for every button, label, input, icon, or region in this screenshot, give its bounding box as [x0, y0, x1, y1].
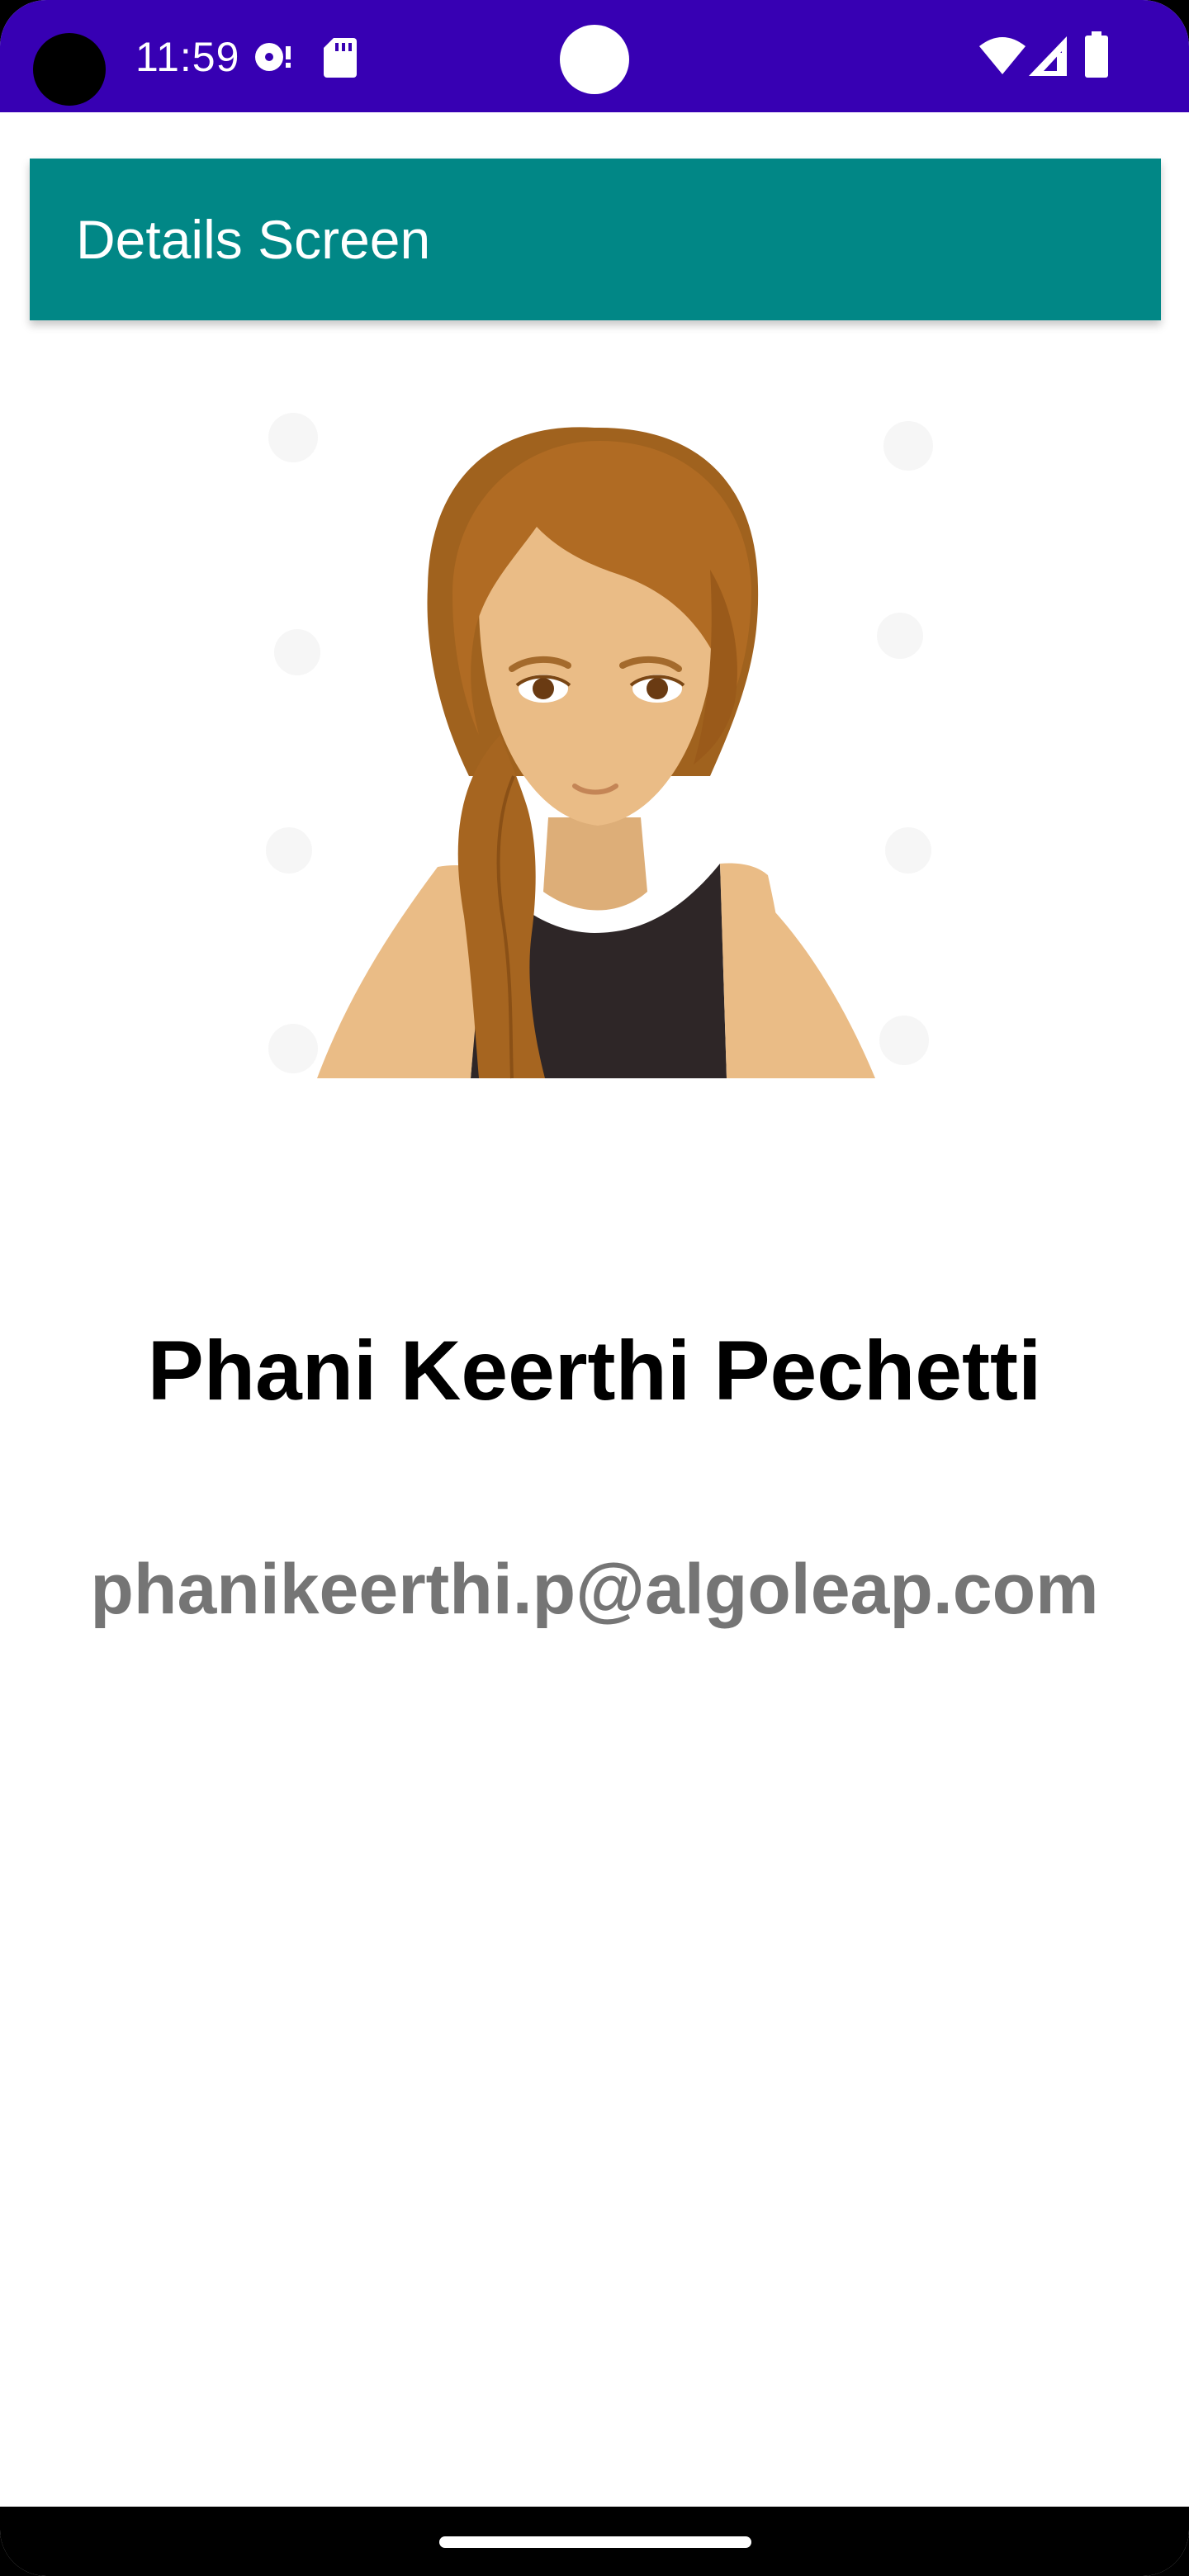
- navigation-bar: [0, 2507, 1189, 2576]
- front-sensor-dot: [560, 25, 629, 94]
- app-bar-title: Details Screen: [76, 209, 431, 270]
- sd-card-icon: [324, 38, 357, 78]
- profile-image: [248, 388, 941, 1098]
- battery-icon: [1085, 31, 1108, 78]
- details-screen: 11:59 Details Screen Phani Keerthi Peche…: [0, 0, 1189, 2576]
- status-time: 11:59: [135, 34, 240, 80]
- cell-signal-icon: [1029, 36, 1067, 76]
- app-bar: Details Screen: [30, 159, 1161, 320]
- profile-name: Phani Keerthi Pechetti: [147, 1324, 1042, 1418]
- status-bar: 11:59: [0, 0, 1189, 112]
- profile-email: phanikeerthi.p@algoleap.com: [90, 1550, 1099, 1629]
- camera-cutout: [33, 33, 106, 106]
- woman-avatar-icon: [266, 413, 933, 1079]
- media-disc-icon: [255, 43, 291, 71]
- wifi-icon: [979, 37, 1026, 74]
- home-gesture-handle[interactable]: [439, 2536, 751, 2548]
